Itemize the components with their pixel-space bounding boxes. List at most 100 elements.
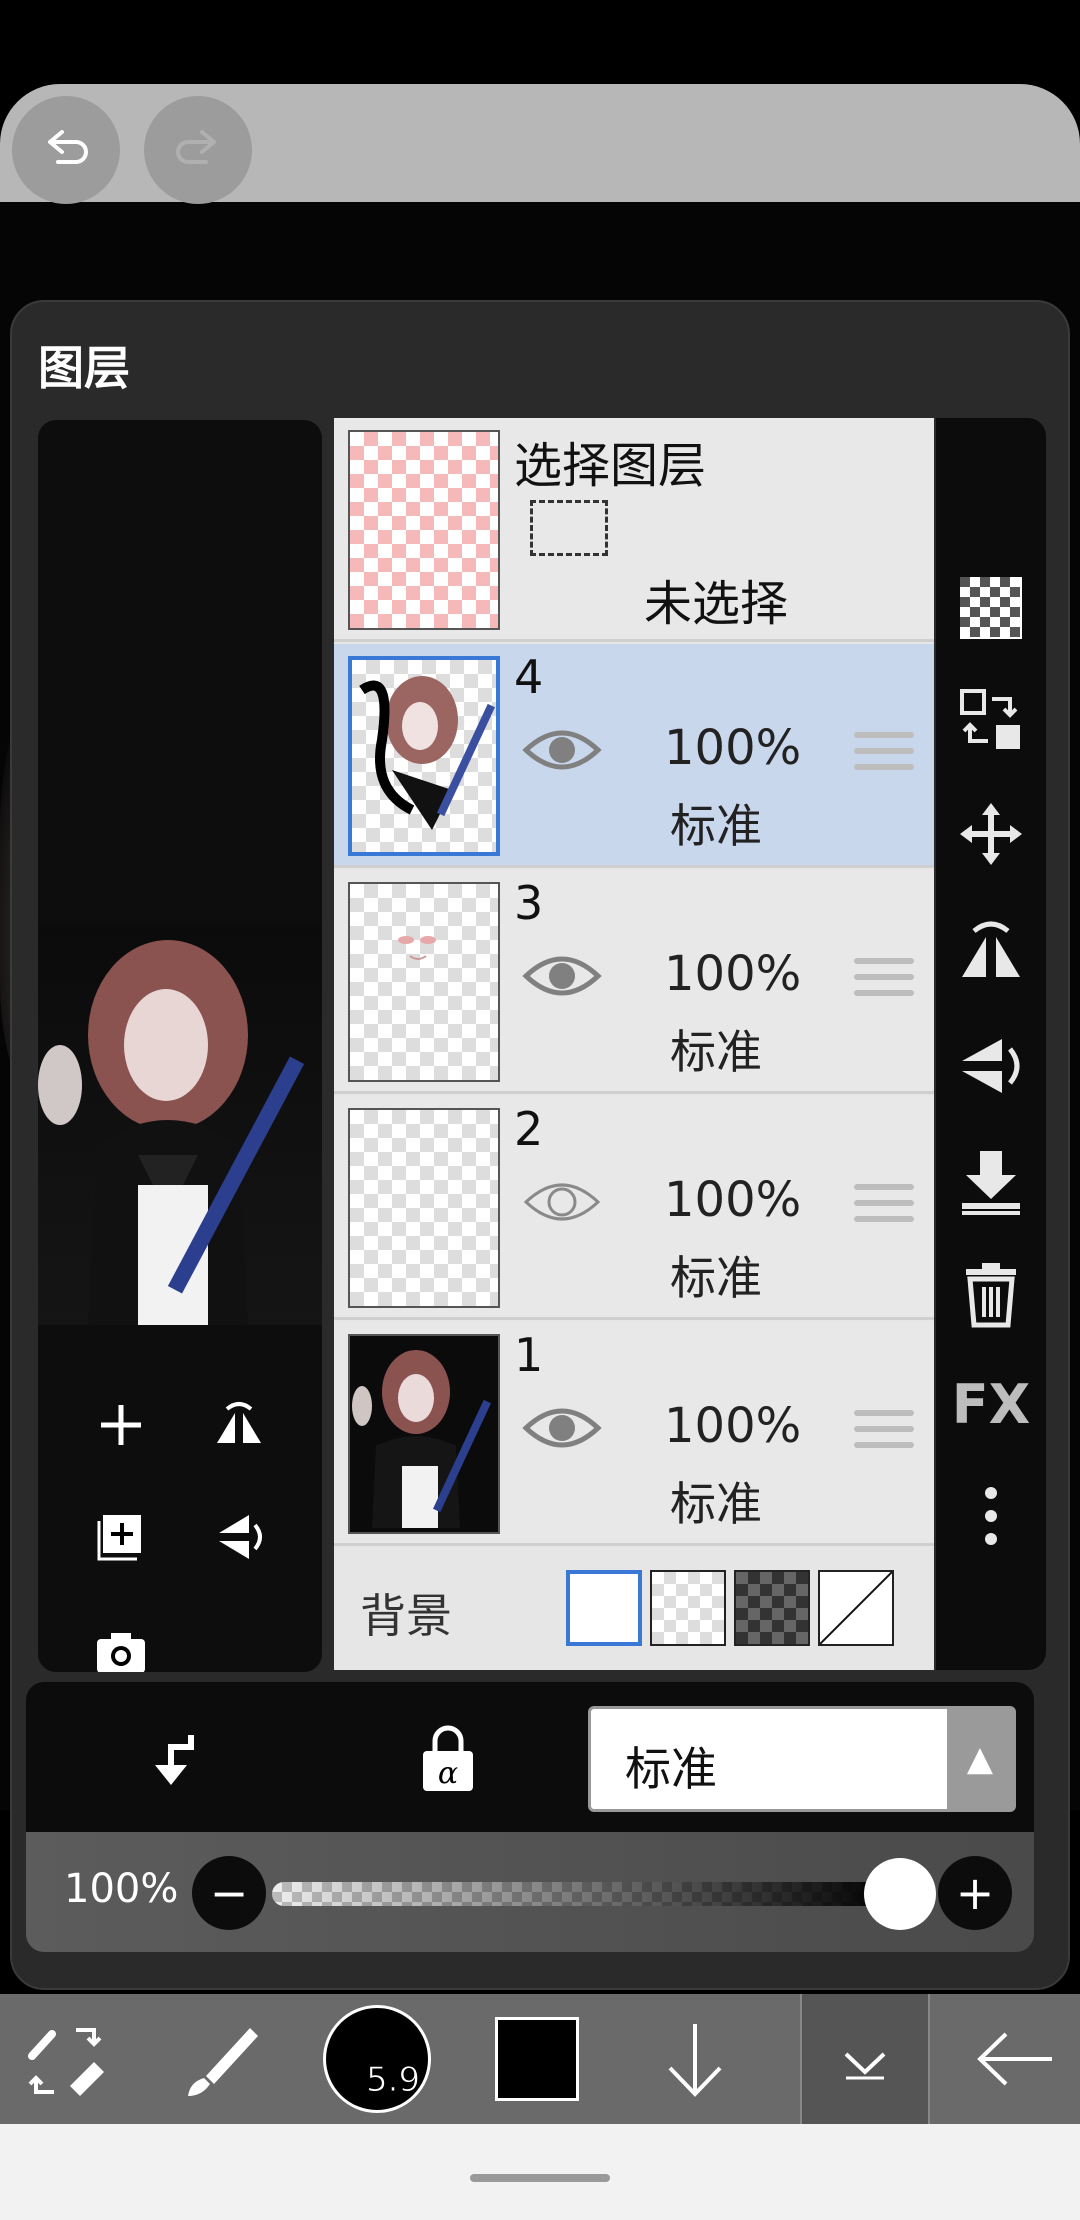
drag-handle-icon[interactable] bbox=[854, 1410, 914, 1460]
layer-list: 选择图层 未选择 4 100% 标准 3 100% 标准 2 100% 标准 1… bbox=[334, 418, 934, 1670]
swap-layer-button[interactable] bbox=[951, 680, 1031, 760]
blend-mode-select[interactable]: 标准 ▲ bbox=[588, 1706, 1016, 1812]
opacity-slider-knob[interactable] bbox=[864, 1858, 936, 1930]
panel-title: 图层 bbox=[38, 341, 130, 395]
opacity-bar: 100% − + bbox=[26, 1832, 1034, 1952]
opacity-decrease-button[interactable]: − bbox=[192, 1856, 266, 1930]
arrow-down-icon bbox=[668, 2024, 722, 2097]
layer-opacity: 100% bbox=[664, 1172, 802, 1228]
more-icon bbox=[985, 1487, 997, 1545]
flip-layer-horizontal-button[interactable] bbox=[951, 910, 1031, 990]
fx-button[interactable]: FX bbox=[951, 1364, 1031, 1444]
move-layer-button[interactable] bbox=[951, 794, 1031, 874]
add-layer-copy-button[interactable] bbox=[86, 1502, 156, 1572]
eye-hidden-icon[interactable] bbox=[522, 1172, 602, 1232]
drag-handle-icon[interactable] bbox=[854, 1184, 914, 1234]
back-button[interactable] bbox=[950, 1994, 1080, 2124]
opacity-label: 100% bbox=[64, 1866, 179, 1912]
eye-icon[interactable] bbox=[522, 720, 602, 780]
layer-number: 2 bbox=[514, 1102, 544, 1156]
undo-button[interactable] bbox=[12, 96, 120, 204]
plus-icon: + bbox=[955, 1866, 995, 1920]
merge-down-icon bbox=[962, 1151, 1020, 1215]
brush-tool-button[interactable] bbox=[158, 1994, 288, 2124]
layer-blend-mode: 标准 bbox=[670, 1477, 762, 1531]
flip-horizontal-icon bbox=[962, 921, 1020, 977]
svg-text:α: α bbox=[438, 1756, 458, 1791]
add-layer-button[interactable] bbox=[86, 1390, 156, 1460]
flip-horizontal-icon bbox=[217, 1402, 261, 1443]
current-color-swatch bbox=[495, 2017, 579, 2101]
blend-bar: α 标准 ▲ bbox=[26, 1682, 1034, 1832]
preview-image[interactable] bbox=[38, 925, 322, 1325]
layer-row-1[interactable]: 1 100% 标准 bbox=[334, 1322, 934, 1546]
drag-handle-icon[interactable] bbox=[854, 732, 914, 782]
camera-icon bbox=[97, 1633, 145, 1672]
collapse-button[interactable] bbox=[800, 1994, 930, 2124]
triangle-up-icon: ▲ bbox=[947, 1709, 1013, 1809]
background-white-swatch[interactable] bbox=[566, 1570, 642, 1646]
layer-thumbnail bbox=[348, 882, 500, 1082]
background-row: 背景 bbox=[334, 1546, 934, 1670]
transparency-button[interactable] bbox=[951, 568, 1031, 648]
background-transparent-swatch[interactable] bbox=[650, 1570, 726, 1646]
history-bar bbox=[0, 84, 1080, 204]
color-button[interactable] bbox=[472, 1994, 602, 2124]
add-layer-icon bbox=[97, 1515, 141, 1561]
drag-handle-icon[interactable] bbox=[854, 958, 914, 1008]
blend-mode-value: 标准 bbox=[625, 1742, 717, 1796]
layer-number: 4 bbox=[514, 650, 544, 704]
brush-size-button[interactable]: 5.9 bbox=[312, 1994, 442, 2124]
layer-thumbnail bbox=[348, 1108, 500, 1308]
tool-switch-icon bbox=[28, 2028, 104, 2096]
background-dark-checker-swatch[interactable] bbox=[734, 1570, 810, 1646]
flip-canvas-vertical-button[interactable] bbox=[204, 1502, 274, 1572]
opacity-increase-button[interactable]: + bbox=[938, 1856, 1012, 1930]
layer-blend-mode: 标准 bbox=[670, 799, 762, 853]
undo-icon bbox=[48, 130, 88, 164]
trash-icon bbox=[966, 1263, 1016, 1328]
canvas-preview bbox=[38, 420, 322, 1672]
more-button[interactable] bbox=[951, 1476, 1031, 1556]
layer-row-4[interactable]: 4 100% 标准 bbox=[334, 644, 934, 868]
selection-layer-title: 选择图层 bbox=[514, 438, 707, 494]
layer-blend-mode: 标准 bbox=[670, 1251, 762, 1305]
background-none-swatch[interactable] bbox=[818, 1570, 894, 1646]
layer-thumbnail bbox=[348, 656, 500, 856]
layer-number: 1 bbox=[514, 1328, 544, 1382]
selection-layer-row[interactable]: 选择图层 未选择 bbox=[334, 418, 934, 642]
flip-layer-vertical-button[interactable] bbox=[951, 1026, 1031, 1106]
alpha-lock-button[interactable]: α bbox=[408, 1720, 488, 1800]
alpha-lock-icon: α bbox=[423, 1725, 473, 1791]
checker-icon bbox=[960, 577, 1022, 639]
slash-icon bbox=[819, 1571, 893, 1645]
system-nav-bar bbox=[0, 2124, 1080, 2220]
layer-opacity: 100% bbox=[664, 1398, 802, 1454]
tool-switch-button[interactable] bbox=[0, 1994, 130, 2124]
scroll-down-button[interactable] bbox=[630, 1994, 760, 2124]
flip-canvas-horizontal-button[interactable] bbox=[204, 1390, 274, 1460]
brush-icon bbox=[188, 2028, 258, 2096]
flip-vertical-icon bbox=[219, 1515, 262, 1559]
layer-row-3[interactable]: 3 100% 标准 bbox=[334, 870, 934, 1094]
bottom-toolbar: 5.9 bbox=[0, 1994, 1080, 2124]
delete-layer-button[interactable] bbox=[951, 1254, 1031, 1334]
merge-down-button[interactable] bbox=[951, 1142, 1031, 1222]
clipping-button[interactable] bbox=[136, 1720, 216, 1800]
camera-import-button[interactable] bbox=[86, 1618, 156, 1672]
plus-icon bbox=[101, 1405, 141, 1445]
flip-vertical-icon bbox=[962, 1039, 1020, 1093]
opacity-slider-track[interactable] bbox=[272, 1882, 892, 1906]
minus-icon: − bbox=[209, 1866, 249, 1920]
brush-size-value: 5.9 bbox=[365, 2060, 421, 2101]
eye-icon[interactable] bbox=[522, 946, 602, 1006]
redo-icon bbox=[176, 130, 216, 164]
eye-icon[interactable] bbox=[522, 1398, 602, 1458]
swap-layer-icon bbox=[960, 689, 1020, 749]
layer-number: 3 bbox=[514, 876, 544, 930]
fx-icon: FX bbox=[951, 1372, 1031, 1436]
layer-row-2[interactable]: 2 100% 标准 bbox=[334, 1096, 934, 1320]
redo-button[interactable] bbox=[144, 96, 252, 204]
layer-thumbnail bbox=[348, 1334, 500, 1534]
home-indicator[interactable] bbox=[470, 2174, 610, 2182]
